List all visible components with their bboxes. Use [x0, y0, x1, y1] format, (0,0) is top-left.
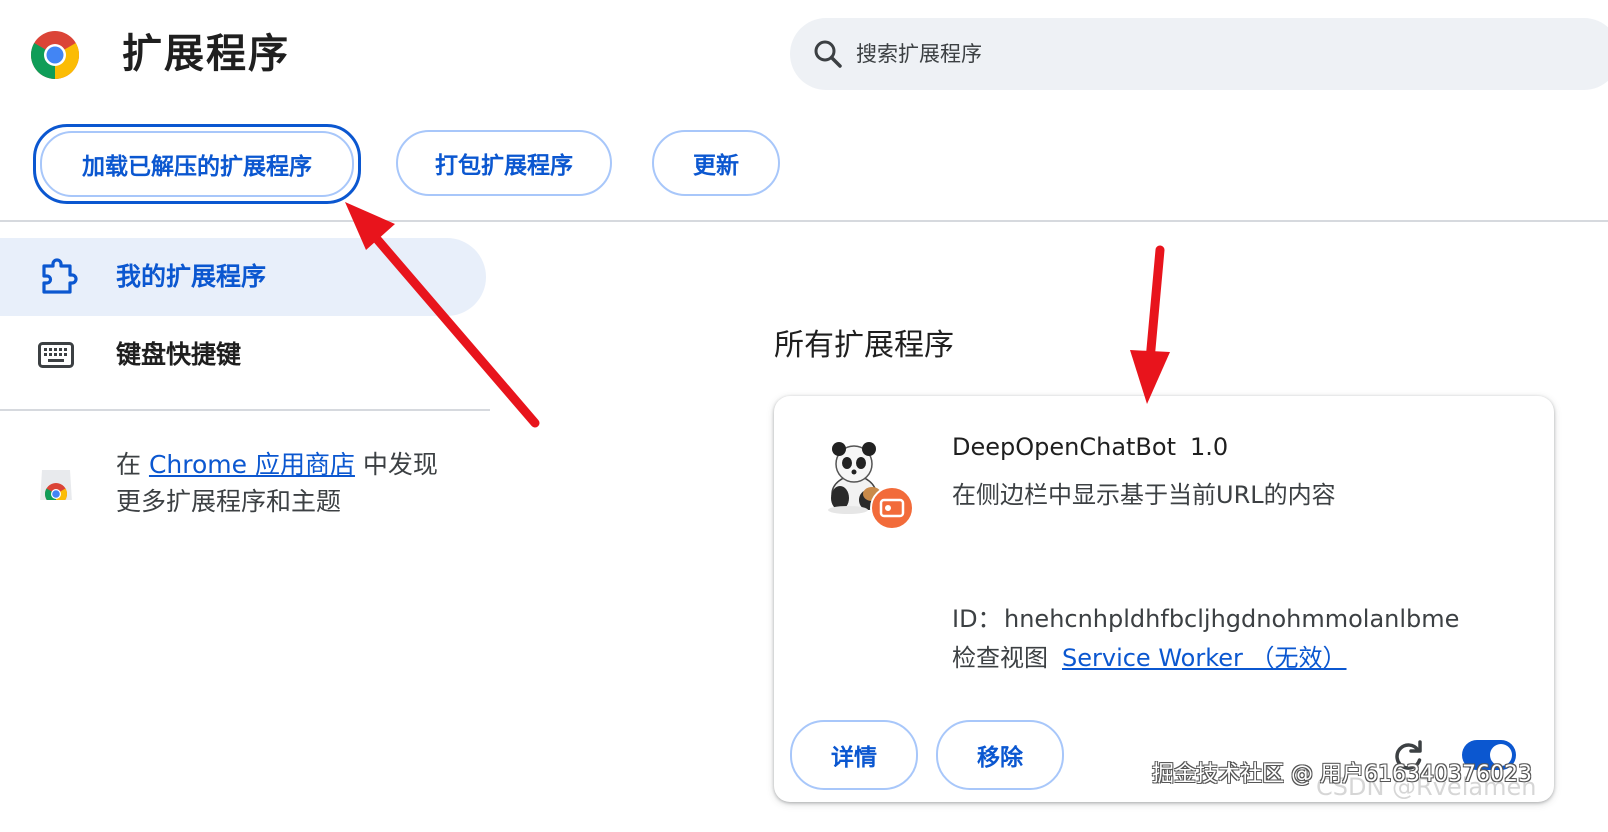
search-icon — [814, 40, 842, 68]
chrome-logo-icon — [30, 31, 80, 80]
juejin-watermark: 掘金技术社区 @ 用户6163403760​23 — [1152, 762, 1532, 787]
extension-name: DeepOpenChatBot — [952, 433, 1176, 461]
pack-extension-label: 打包扩展程序 — [435, 153, 573, 179]
details-label: 详情 — [831, 745, 877, 771]
toolbar-divider — [0, 220, 1608, 222]
load-unpacked-label: 加载已解压的扩展程序 — [82, 154, 312, 180]
keyboard-icon — [38, 342, 74, 368]
sidebar-item-label: 我的扩展程序 — [116, 262, 267, 291]
section-heading: 所有扩展程序 — [774, 328, 954, 363]
details-button[interactable]: 详情 — [790, 720, 918, 790]
webstore-promo: 在 Chrome 应用商店 中发现更多扩展程序和主题 — [116, 446, 456, 520]
update-label: 更新 — [693, 153, 739, 179]
pack-extension-button[interactable]: 打包扩展程序 — [396, 130, 612, 196]
service-worker-link[interactable]: Service Worker （无效） — [1062, 640, 1347, 676]
search-input[interactable] — [856, 33, 1556, 75]
puzzle-icon — [42, 258, 78, 294]
load-unpacked-button[interactable]: 加载已解压的扩展程序 — [33, 124, 361, 204]
webstore-link[interactable]: Chrome 应用商店 — [149, 450, 355, 479]
extension-badge-icon — [870, 486, 914, 530]
page-title: 扩展程序 — [122, 31, 290, 77]
annotation-arrow-extension-card — [1130, 245, 1170, 404]
webstore-prefix: 在 — [116, 450, 149, 479]
sidebar-item-keyboard-shortcuts[interactable]: 键盘快捷键 — [116, 336, 241, 374]
extension-version: 1.0 — [1190, 433, 1229, 461]
extension-id-label: ID： — [952, 605, 1002, 633]
extension-id-value: hnehcnhpldhfbcljhgdnohmmolanlbme — [1004, 605, 1460, 633]
update-button[interactable]: 更新 — [652, 130, 780, 196]
extension-description: 在侧边栏中显示基于当前URL的内容 — [952, 481, 1336, 509]
sidebar-divider — [0, 409, 490, 411]
remove-label: 移除 — [977, 745, 1023, 771]
webstore-icon — [36, 470, 76, 504]
remove-button[interactable]: 移除 — [936, 720, 1064, 790]
inspect-views-label: 检查视图 — [952, 644, 1048, 672]
